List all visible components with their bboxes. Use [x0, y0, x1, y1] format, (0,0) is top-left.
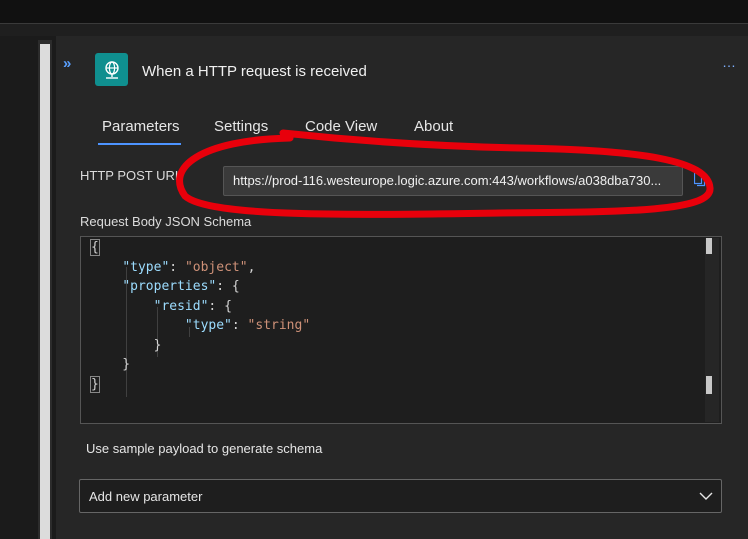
http-trigger-icon: [95, 53, 128, 86]
http-post-url-label: HTTP POST URL: [80, 168, 183, 183]
http-globe-icon: [104, 60, 119, 79]
editor-scrollbar[interactable]: [705, 238, 719, 422]
header-strip: [0, 24, 748, 36]
canvas-gutter: [0, 36, 38, 539]
add-new-parameter-dropdown[interactable]: Add new parameter: [79, 479, 722, 513]
double-chevron-right-icon: »: [63, 55, 72, 72]
code-line: "type": "string": [184, 318, 311, 333]
tab-settings[interactable]: Settings: [214, 118, 268, 135]
editor-scroll-marker: [706, 376, 712, 394]
code-line: "resid": {: [153, 298, 232, 314]
json-schema-editor[interactable]: { "type": "object", "properties": { "res…: [80, 236, 722, 424]
chevron-down-icon: [699, 492, 713, 500]
code-line: }: [91, 357, 131, 372]
canvas-scrollbar-thumb[interactable]: [40, 44, 50, 539]
code-line: "properties": {: [122, 279, 240, 294]
editor-scroll-marker: [706, 238, 712, 254]
trigger-title: When a HTTP request is received: [142, 63, 367, 80]
schema-label: Request Body JSON Schema: [80, 214, 252, 229]
copy-url-button[interactable]: [693, 171, 706, 188]
add-new-parameter-label: Add new parameter: [89, 489, 203, 504]
http-post-url-field[interactable]: https://prod-116.westeurope.logic.azure.…: [223, 166, 683, 196]
code-line: }: [91, 337, 162, 353]
use-sample-payload-link[interactable]: Use sample payload to generate schema: [86, 441, 322, 456]
tab-parameters[interactable]: Parameters: [102, 118, 180, 135]
code-line: "type": "object",: [122, 259, 256, 275]
active-tab-indicator: [98, 143, 181, 145]
top-bar: [0, 0, 748, 24]
code-line: {: [90, 239, 100, 256]
collapse-panel-button[interactable]: »: [63, 56, 79, 72]
more-options-button[interactable]: …: [722, 54, 737, 70]
tab-code-view[interactable]: Code View: [305, 118, 377, 135]
tab-about[interactable]: About: [414, 118, 453, 135]
copy-icon: [693, 171, 706, 187]
code-line: }: [90, 375, 100, 393]
